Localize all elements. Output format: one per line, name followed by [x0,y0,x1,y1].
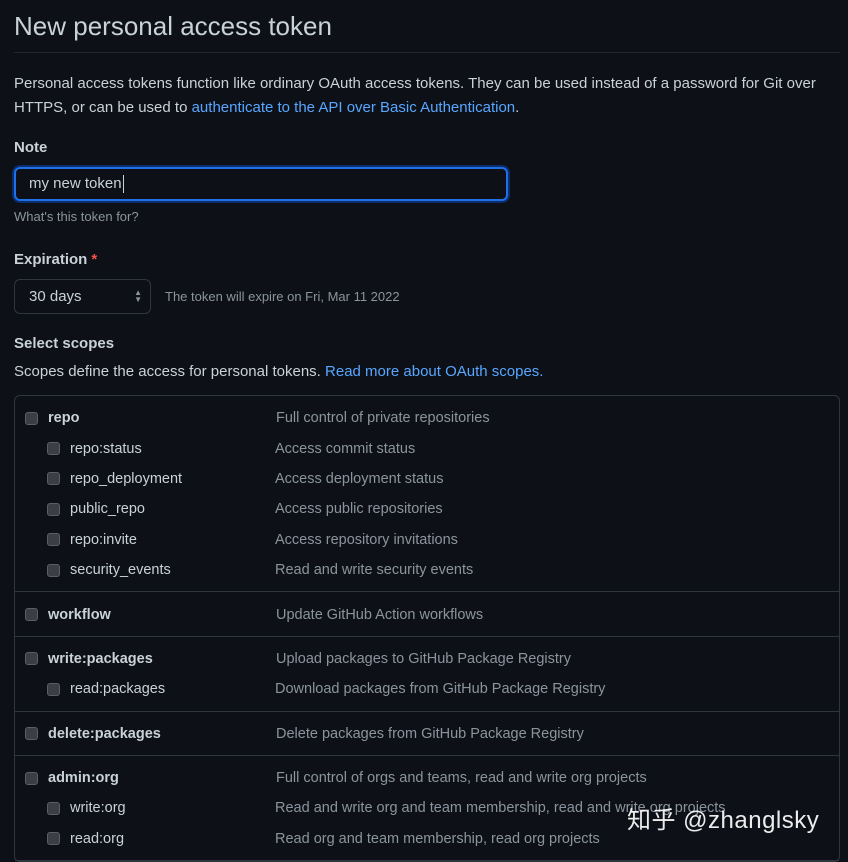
scope-group: write:packages Upload packages to GitHub … [15,637,839,712]
scope-group: delete:packages Delete packages from GitH… [15,712,839,756]
scope-group: repo Full control of private repositories… [15,396,839,593]
scope-description: Read and write security events [275,562,474,579]
scope-description: Update GitHub Action workflows [276,606,484,623]
scope-name: read:org [70,830,125,847]
scope-description: Access deployment status [275,470,444,487]
scope-name: workflow [48,606,111,623]
scope-checkbox[interactable] [25,411,38,425]
scope-name: repo:invite [70,531,137,548]
scope-row: repo:status Access commit status [15,433,839,463]
scope-row: repo:invite Access repository invitations [15,525,839,555]
scope-checkbox[interactable] [25,652,38,666]
required-marker: * [91,251,98,268]
scope-name: admin:org [48,770,119,787]
note-label: Note [14,139,48,156]
scope-row: repo Full control of private repositories [15,403,839,433]
scope-name: public_repo [70,501,145,518]
scope-description: Read org and team membership, read org p… [275,830,600,847]
scope-checkbox[interactable] [25,771,38,785]
scope-group: workflow Update GitHub Action workflows [15,592,839,637]
scope-checkbox[interactable] [47,801,60,815]
scope-row: public_repo Access public repositories [15,494,839,524]
basic-auth-link[interactable]: authenticate to the API over Basic Authe… [192,99,516,116]
expiration-select[interactable]: 30 days ▲ ▼ [14,279,151,314]
scopes-desc: Scopes define the access for personal to… [14,363,544,380]
scope-row: workflow Update GitHub Action workflows [15,599,839,629]
scope-name: repo [48,410,80,427]
scope-checkbox[interactable] [47,563,60,577]
scope-checkbox[interactable] [47,442,60,456]
scope-name: delete:packages [48,725,161,742]
scope-row: admin:org Full control of orgs and teams,… [15,763,839,793]
scope-description: Access repository invitations [275,531,458,548]
scope-row: write:packages Upload packages to GitHub … [15,644,839,674]
scope-checkbox[interactable] [47,472,60,486]
scope-name: repo_deployment [70,470,183,487]
note-input[interactable]: my new token [14,167,508,201]
token-form: New personal access token Personal acces… [14,0,840,862]
scope-checkbox[interactable] [47,682,60,696]
scope-description: Delete packages from GitHub Package Regi… [276,725,584,742]
scope-description: Upload packages to GitHub Package Regist… [276,650,571,667]
scope-description: Full control of private repositories [276,410,490,427]
select-arrows-icon: ▲ ▼ [134,288,142,304]
expiration-label: Expiration * [14,251,98,268]
oauth-scopes-link[interactable]: Read more about OAuth scopes. [325,363,543,380]
note-help: What's this token for? [14,209,139,224]
scope-name: read:packages [70,681,166,698]
expiration-info: The token will expire on Fri, Mar 11 202… [165,289,400,304]
intro-text: Personal access tokens function like ord… [14,75,816,116]
scope-name: repo:status [70,440,142,457]
scope-row: read:packages Download packages from GitH… [15,674,839,704]
text-caret [122,175,124,194]
scope-checkbox[interactable] [25,608,38,622]
scope-checkbox[interactable] [47,502,60,516]
scope-checkbox[interactable] [47,832,60,846]
scope-description: Download packages from GitHub Package Re… [275,681,606,698]
scope-row: delete:packages Delete packages from GitH… [15,719,839,749]
watermark: 知乎 @zhanglsky [627,807,820,834]
scope-name: write:packages [48,650,153,667]
page-title: New personal access token [14,0,840,53]
scope-name: write:org [70,800,126,817]
scopes-list: repo Full control of private repositories… [14,395,840,862]
scope-description: Access commit status [275,440,416,457]
scopes-label: Select scopes [14,335,115,352]
scope-row: security_events Read and write security e… [15,555,839,585]
scope-checkbox[interactable] [47,533,60,547]
scope-description: Access public repositories [275,501,443,518]
scope-checkbox[interactable] [25,727,38,741]
scope-description: Full control of orgs and teams, read and… [276,770,647,787]
scope-row: repo_deployment Access deployment status [15,464,839,494]
scope-name: security_events [70,562,171,579]
